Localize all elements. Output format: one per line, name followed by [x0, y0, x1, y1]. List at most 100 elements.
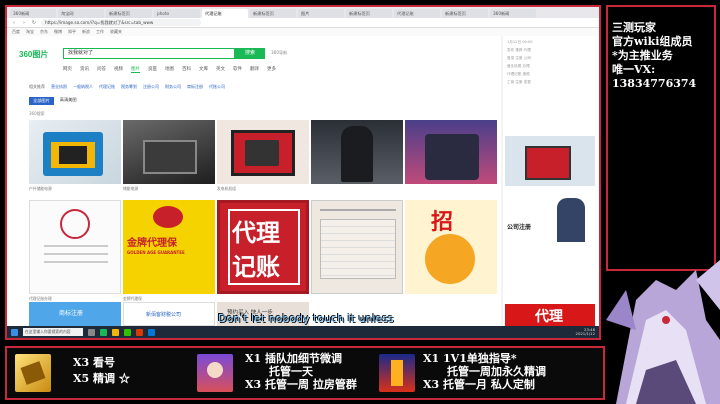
side-row[interactable]: 登录 注册 公司 — [507, 56, 531, 60]
nav-tab[interactable]: 资讯 — [80, 66, 89, 73]
nav-link[interactable]: 360导航 — [271, 50, 287, 56]
filter-chip[interactable]: 代理记账 — [99, 84, 115, 90]
filter-chip[interactable]: 商标注册 — [187, 84, 203, 90]
filter-chip[interactable]: 税务筹划 — [121, 84, 137, 90]
card-text: 新佰客财税公司 — [146, 312, 182, 318]
browser-tab-active[interactable]: 代理记账 — [202, 9, 248, 18]
nav-tab[interactable]: 文库 — [199, 66, 208, 73]
reload-icon[interactable]: ↻ — [31, 20, 37, 26]
image-result[interactable]: 公司注册 — [505, 192, 595, 246]
bookmark-item[interactable]: 淘宝 — [26, 28, 34, 36]
search-input[interactable]: 找我就对了 — [63, 48, 235, 59]
card-text: 代理 — [535, 309, 563, 325]
browser-tab[interactable]: 新建标签页 — [250, 9, 296, 18]
bookmark-item[interactable]: 微博 — [54, 28, 62, 36]
side-row[interactable]: 发布 推荐 代理 — [507, 48, 531, 52]
side-row: 1月12日 00:00 — [507, 40, 533, 44]
bookmark-item[interactable]: 百度 — [12, 28, 20, 36]
image-result[interactable]: 代理 记账 — [217, 200, 309, 294]
browser-tab[interactable]: 360新闻 — [490, 9, 536, 18]
forward-icon[interactable]: › — [21, 20, 27, 26]
card-text: 商标注册 — [59, 310, 84, 317]
filter-chip[interactable]: 一般纳税人 — [73, 84, 93, 90]
filter-chip[interactable]: 注册公司 — [143, 84, 159, 90]
url-input[interactable]: https://image.so.com/i?q=找我就对了&src=tab_w… — [41, 19, 201, 26]
service-line: 托管一天 — [269, 365, 313, 378]
anime-character-art — [606, 260, 720, 404]
hd-images-button[interactable]: 高清美图 — [60, 97, 77, 105]
bookmark-item[interactable]: 知乎 — [68, 28, 76, 36]
filter-chip[interactable]: 营业执照 — [51, 84, 67, 90]
image-result[interactable]: 招 — [405, 200, 497, 294]
side-row[interactable]: 代理记账 报税 — [507, 72, 530, 76]
nav-tab[interactable]: 地图 — [165, 66, 174, 73]
service-line: X3 托管一周 拉房管群 — [245, 378, 357, 391]
image-result[interactable] — [29, 200, 121, 294]
bookmark-item[interactable]: 京东 — [40, 28, 48, 36]
side-row[interactable]: 工商 注册 变更 — [507, 80, 531, 84]
vertical-nav: 网页 资讯 问答 视频 图片 良医 地图 百科 文库 英文 软件 翻译 更多 — [63, 66, 276, 73]
all-images-button[interactable]: 全部图片 — [29, 97, 54, 105]
app-icon[interactable] — [136, 328, 143, 336]
filter-chip[interactable]: 财务公司 — [165, 84, 181, 90]
nav-tab-images[interactable]: 图片 — [131, 66, 140, 73]
card-text: 招 — [431, 209, 454, 235]
image-result[interactable]: 商标注册 — [29, 302, 121, 326]
app-icon[interactable] — [148, 328, 155, 336]
taskbar: 在这里输入你要搜索的内容 23:48 2021/1/12 — [7, 326, 599, 338]
image-result[interactable] — [29, 120, 121, 184]
browser-tab[interactable]: 淘宝网 — [58, 9, 104, 18]
image-result[interactable] — [311, 120, 403, 184]
taskbar-clock[interactable]: 23:48 2021/1/12 — [575, 327, 595, 337]
info-line: 唯一VX: — [612, 63, 656, 76]
browser-tab[interactable]: 新建标签页 — [442, 9, 488, 18]
browser-tab[interactable]: 360新闻 — [10, 9, 56, 18]
image-result[interactable] — [217, 120, 309, 184]
browser-tab[interactable]: 图片 — [298, 9, 344, 18]
clock-date: 2021/1/12 — [575, 331, 595, 336]
taskbar-search-input[interactable]: 在这里输入你要搜索的内容 — [23, 328, 83, 336]
bookmark-item[interactable]: 工作 — [96, 28, 104, 36]
nav-tab[interactable]: 问答 — [97, 66, 106, 73]
taskview-icon[interactable] — [88, 328, 95, 336]
back-icon[interactable]: ‹ — [11, 20, 17, 26]
image-result[interactable] — [505, 136, 595, 186]
service-line: X3 看号 — [73, 356, 116, 369]
image-result[interactable]: 金牌代理保 GOLDEN AGE GUARANTEE — [123, 200, 215, 294]
character-portrait-icon — [379, 354, 415, 392]
nav-tab[interactable]: 软件 — [233, 66, 242, 73]
nav-tab[interactable]: 良医 — [148, 66, 157, 73]
site-logo[interactable]: 360图片 — [19, 49, 48, 60]
nav-tab[interactable]: 网页 — [63, 66, 72, 73]
browser-tab[interactable]: photo — [154, 9, 200, 18]
card-text: GOLDEN AGE GUARANTEE — [127, 250, 185, 255]
info-line: 官方wiki组成员 — [612, 35, 693, 48]
browser-tab[interactable]: 新建标签页 — [346, 9, 392, 18]
browser-tab[interactable]: 代理记账 — [394, 9, 440, 18]
nav-tab[interactable]: 翻译 — [250, 66, 259, 73]
browser-app-icon[interactable] — [100, 328, 107, 336]
related-filters: 相关推荐 营业执照 一般纳税人 代理记账 税务筹划 注册公司 财务公司 商标注册… — [29, 84, 225, 90]
nav-tab[interactable]: 百科 — [182, 66, 191, 73]
bookmark-item[interactable]: 收藏夹 — [110, 28, 122, 36]
image-result[interactable] — [123, 120, 215, 184]
bookmark-item[interactable]: 新浪 — [82, 28, 90, 36]
service-line: X5 精调 ☆ — [73, 372, 130, 385]
nav-tab[interactable]: 英文 — [216, 66, 225, 73]
browser-tab[interactable]: 新建标签页 — [106, 9, 152, 18]
image-caption: 发电机机组 — [217, 186, 236, 191]
nav-tab[interactable]: 视频 — [114, 66, 123, 73]
image-result[interactable]: 新佰客财税公司 — [123, 302, 215, 326]
result-count: 360搜索 — [29, 111, 45, 116]
windows-start-icon[interactable] — [11, 328, 18, 336]
side-row[interactable]: 营业执照 办理 — [507, 64, 530, 68]
image-result[interactable]: 代理 — [505, 304, 595, 326]
folder-app-icon[interactable] — [112, 328, 119, 336]
wechat-app-icon[interactable] — [124, 328, 131, 336]
filter-chip[interactable]: 代账公司 — [209, 84, 225, 90]
image-result[interactable] — [311, 200, 403, 294]
image-result[interactable] — [405, 120, 497, 184]
nav-tab[interactable]: 更多 — [267, 66, 276, 73]
search-button[interactable]: 搜索 — [235, 48, 265, 59]
address-bar: ‹ › ↻ https://image.so.com/i?q=找我就对了&src… — [7, 18, 599, 28]
